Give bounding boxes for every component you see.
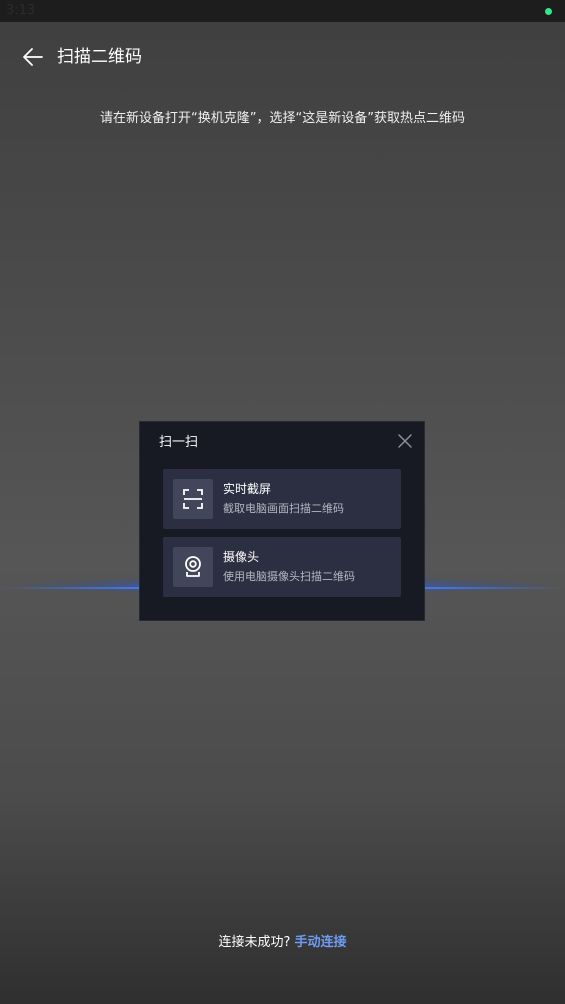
option-camera[interactable]: 摄像头 使用电脑摄像头扫描二维码 (163, 537, 401, 597)
option-icon-box (173, 547, 213, 587)
status-time: 3:13 (6, 3, 36, 18)
option-description: 使用电脑摄像头扫描二维码 (223, 570, 355, 583)
arrow-left-icon (23, 48, 43, 66)
option-title: 实时截屏 (223, 482, 272, 496)
webcam-icon (185, 556, 201, 577)
scan-dialog: 扫一扫 实时截屏 截取电脑画面扫描二维码 摄像头 使用电脑摄像头扫描二维码 (139, 421, 425, 621)
scan-frame-icon (183, 489, 203, 509)
option-description: 截取电脑画面扫描二维码 (223, 502, 344, 515)
option-icon-box (173, 479, 213, 519)
footer: 连接未成功? 手动连接 (0, 932, 565, 954)
back-button[interactable] (20, 44, 46, 70)
dialog-title: 扫一扫 (159, 435, 199, 450)
notification-dot-icon (545, 8, 552, 15)
dialog-close-button[interactable] (397, 433, 413, 449)
connection-failed-text: 连接未成功? (218, 935, 291, 950)
option-title: 摄像头 (223, 550, 260, 564)
instruction-text: 请在新设备打开“换机克隆”，选择“这是新设备”获取热点二维码 (100, 111, 465, 126)
page-title: 扫描二维码 (57, 47, 142, 67)
status-bar: 3:13 (0, 0, 565, 22)
close-icon (398, 434, 412, 448)
manual-connect-link[interactable]: 手动连接 (295, 935, 347, 950)
option-realtime-screenshot[interactable]: 实时截屏 截取电脑画面扫描二维码 (163, 469, 401, 529)
